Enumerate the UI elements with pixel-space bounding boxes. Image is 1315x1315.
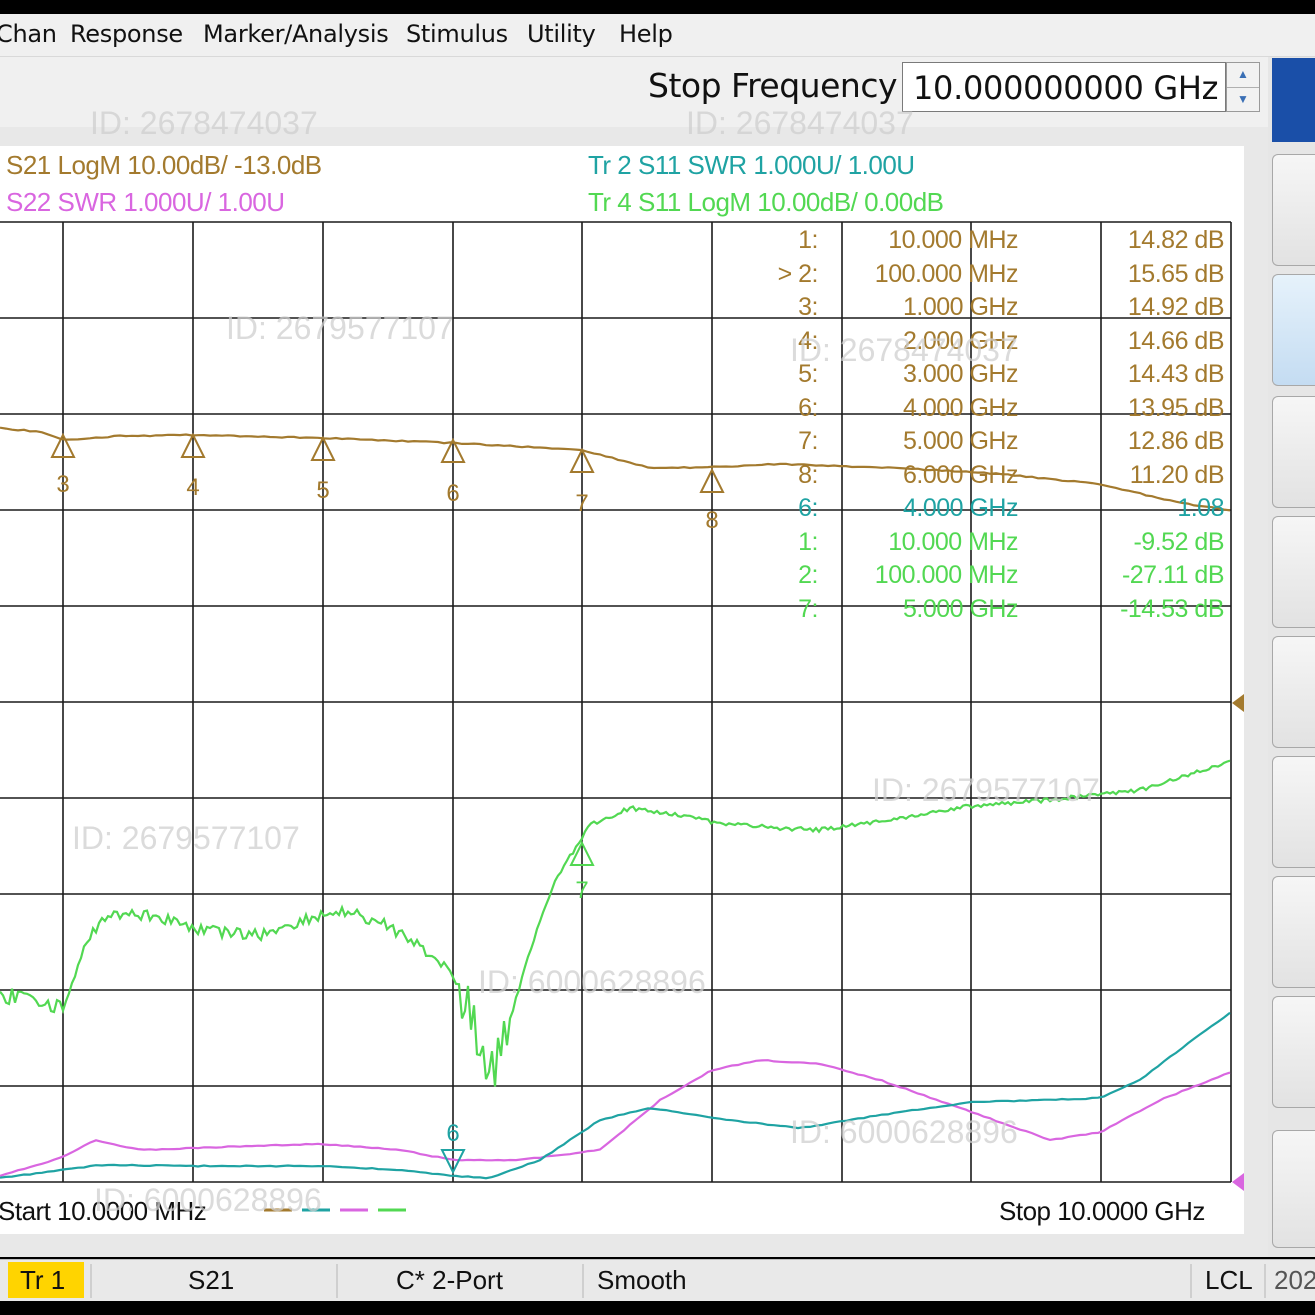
trace-s21-logm — [0, 426, 1231, 512]
marker-frequency: 10.000 MHz — [888, 527, 1018, 556]
marker-value: 12.86 dB — [1127, 427, 1225, 455]
trace-plot[interactable]: 3 4 5 6 7 8 7 6 — [0, 0, 1315, 1315]
watermark-text: ID: 6000628896 — [790, 1114, 1018, 1150]
marker-number: 2: — [798, 561, 818, 589]
status-active-trace[interactable]: Tr 1 — [8, 1262, 84, 1298]
marker-number: 8: — [798, 460, 818, 489]
status-divider — [1264, 1264, 1266, 1298]
marker-frequency: 4.000 GHz — [902, 494, 1019, 522]
marker-number: 6: — [798, 494, 818, 522]
watermark-text: ID: 2679577107 — [226, 310, 454, 346]
marker-frequency: 4.000 GHz — [902, 393, 1019, 422]
marker-value: -14.53 dB — [1120, 594, 1224, 623]
watermark-text: ID: 2679577107 — [872, 772, 1100, 808]
marker-frequency: 6.000 GHz — [902, 460, 1019, 489]
stop-frequency-axis-label: Stop 10.0000 GHz — [999, 1196, 1205, 1226]
marker-label: 4 — [186, 474, 199, 501]
watermark-text: ID: 6000628896 — [94, 1182, 322, 1218]
status-divider — [582, 1264, 584, 1298]
marker-number: 7: — [798, 427, 818, 455]
bottom-black-band — [0, 1301, 1315, 1315]
reference-level-magenta-icon — [1232, 1173, 1244, 1191]
marker-value: 14.92 dB — [1127, 293, 1225, 321]
marker-label: 3 — [56, 471, 69, 498]
marker-frequency: 10.000 MHz — [888, 226, 1018, 254]
marker-number: 7: — [798, 594, 818, 623]
marker-value: -27.11 dB — [1121, 561, 1225, 589]
watermark-text: ID: 2678474037 — [686, 105, 914, 141]
status-calibration[interactable]: C* 2-Port — [396, 1262, 503, 1298]
marker-label: 7 — [575, 877, 588, 904]
watermark-text: ID: 2679577107 — [72, 820, 300, 856]
marker-number: > 2: — [777, 259, 819, 288]
marker-value: 14.66 dB — [1127, 326, 1225, 355]
marker-value: 13.95 dB — [1127, 393, 1225, 422]
trace-s11-swr — [0, 1011, 1231, 1180]
marker-value: 1.08 — [1177, 494, 1224, 522]
marker-number: 6: — [798, 393, 818, 422]
marker-label: 7 — [575, 490, 588, 517]
marker-value: -9.52 dB — [1133, 527, 1224, 556]
reference-level-brown-icon — [1232, 694, 1244, 712]
marker-label: 6 — [446, 480, 459, 507]
watermark-text: ID: 2678474037 — [790, 332, 1018, 368]
marker-number: 1: — [798, 527, 818, 556]
watermark-text: ID: 6000628896 — [478, 964, 706, 1000]
status-divider — [336, 1264, 338, 1298]
marker-frequency: 1.000 GHz — [902, 293, 1019, 321]
marker-value: 15.65 dB — [1127, 259, 1225, 288]
status-parameter[interactable]: S21 — [188, 1262, 234, 1298]
status-lcl: LCL — [1205, 1265, 1253, 1295]
marker-number: 3: — [798, 293, 818, 321]
marker-value: 14.43 dB — [1127, 360, 1225, 388]
status-smoothing[interactable]: Smooth — [597, 1262, 687, 1298]
marker-value: 14.82 dB — [1127, 226, 1225, 254]
marker-value: 11.20 dB — [1129, 460, 1225, 489]
marker-frequency: 100.000 MHz — [874, 561, 1019, 589]
marker-frequency: 5.000 GHz — [902, 594, 1019, 623]
marker-frequency: 100.000 MHz — [874, 259, 1019, 288]
marker-number: 1: — [798, 226, 818, 254]
marker-label: 5 — [316, 477, 329, 504]
marker-frequency: 5.000 GHz — [902, 427, 1019, 455]
status-date: 202 — [1274, 1265, 1315, 1295]
status-divider — [90, 1264, 92, 1298]
marker-label: 8 — [705, 507, 718, 534]
watermark-text: ID: 2678474037 — [90, 105, 318, 141]
marker-label: 6 — [446, 1120, 459, 1147]
trace-s22-swr — [0, 1059, 1231, 1177]
status-divider — [1190, 1264, 1192, 1298]
trace-s11-logm — [0, 759, 1231, 1087]
